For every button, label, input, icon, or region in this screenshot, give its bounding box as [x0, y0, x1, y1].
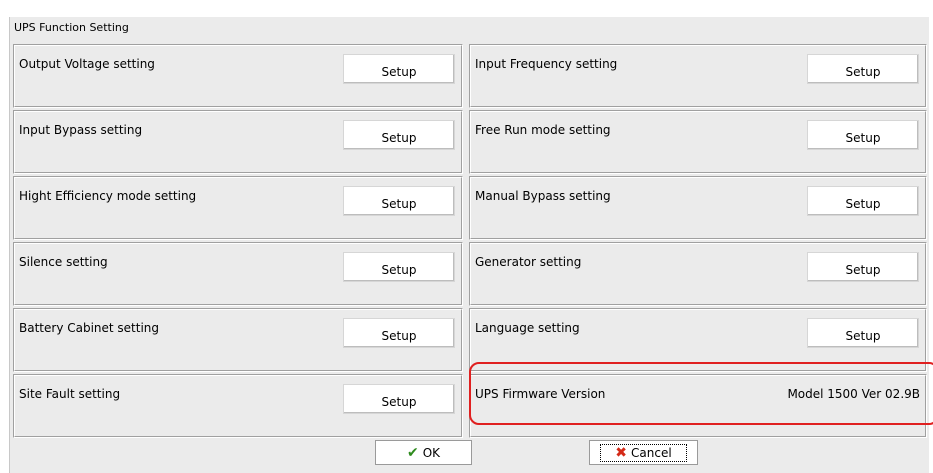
free-run-mode-label: Free Run mode setting	[475, 123, 611, 137]
input-bypass-label: Input Bypass setting	[19, 123, 143, 137]
high-efficiency-setup-button[interactable]: Setup	[343, 186, 455, 216]
battery-cabinet-setup-button[interactable]: Setup	[343, 318, 455, 348]
x-icon: ✖	[615, 444, 628, 461]
site-fault-label: Site Fault setting	[19, 387, 121, 401]
cancel-label: Cancel	[631, 445, 672, 460]
ok-button[interactable]: ✔ OK	[375, 440, 472, 465]
language-setup-button[interactable]: Setup	[807, 318, 919, 348]
manual-bypass-group: Manual Bypass setting Setup	[469, 176, 927, 240]
output-voltage-group: Output Voltage setting Setup	[13, 44, 463, 108]
manual-bypass-setup-button[interactable]: Setup	[807, 186, 919, 216]
cancel-button[interactable]: ✖ Cancel	[589, 440, 698, 465]
output-voltage-label: Output Voltage setting	[19, 57, 155, 71]
generator-label: Generator setting	[475, 255, 582, 269]
language-label: Language setting	[475, 321, 580, 335]
silence-setup-button[interactable]: Setup	[343, 252, 455, 282]
free-run-mode-setup-button[interactable]: Setup	[807, 120, 919, 150]
battery-cabinet-group: Battery Cabinet setting Setup	[13, 308, 463, 372]
manual-bypass-label: Manual Bypass setting	[475, 189, 611, 203]
battery-cabinet-label: Battery Cabinet setting	[19, 321, 160, 335]
firmware-version-group: UPS Firmware Version Model 1500 Ver 02.9…	[469, 374, 927, 438]
silence-group: Silence setting Setup	[13, 242, 463, 306]
input-bypass-group: Input Bypass setting Setup	[13, 110, 463, 174]
input-frequency-label: Input Frequency setting	[475, 57, 618, 71]
input-frequency-setup-button[interactable]: Setup	[807, 54, 919, 84]
checkmark-icon: ✔	[406, 444, 419, 461]
firmware-version-value: Model 1500 Ver 02.9B	[787, 387, 920, 401]
free-run-mode-group: Free Run mode setting Setup	[469, 110, 927, 174]
site-fault-group: Site Fault setting Setup	[13, 374, 463, 438]
high-efficiency-label: Hight Efficiency mode setting	[19, 189, 197, 203]
high-efficiency-group: Hight Efficiency mode setting Setup	[13, 176, 463, 240]
generator-group: Generator setting Setup	[469, 242, 927, 306]
site-fault-setup-button[interactable]: Setup	[343, 384, 455, 414]
window-title: UPS Function Setting	[14, 21, 129, 34]
cancel-focus-ring: ✖ Cancel	[600, 443, 687, 462]
ok-label: OK	[422, 445, 441, 460]
silence-label: Silence setting	[19, 255, 108, 269]
input-bypass-setup-button[interactable]: Setup	[343, 120, 455, 150]
output-voltage-setup-button[interactable]: Setup	[343, 54, 455, 84]
firmware-version-label: UPS Firmware Version	[475, 387, 606, 401]
generator-setup-button[interactable]: Setup	[807, 252, 919, 282]
ups-function-setting-window: UPS Function Setting Output Voltage sett…	[9, 17, 929, 473]
language-group: Language setting Setup	[469, 308, 927, 372]
input-frequency-group: Input Frequency setting Setup	[469, 44, 927, 108]
